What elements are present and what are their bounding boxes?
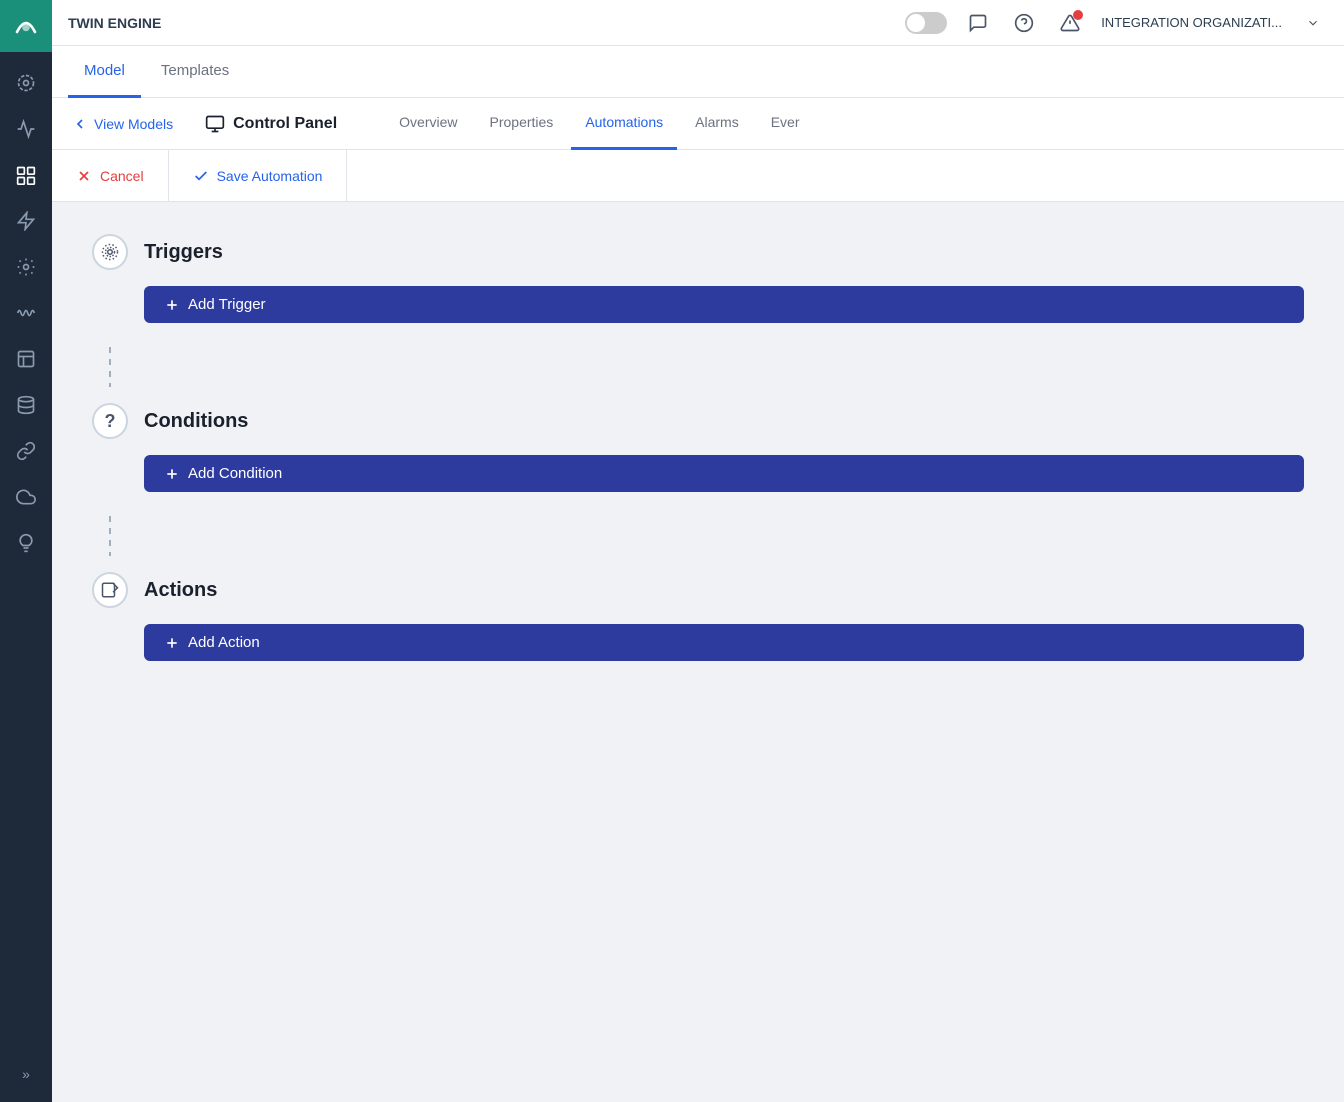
gear-icon[interactable] [6,247,46,287]
tab-properties[interactable]: Properties [476,98,568,150]
actions-header: Actions [92,572,1304,608]
tab-templates[interactable]: Templates [145,46,245,98]
main-content: TWIN ENGINE INTEGRATION ORGANIZATI... Mo… [52,0,1344,1102]
triggers-header: Triggers [92,234,1304,270]
add-trigger-button[interactable]: Add Trigger [144,286,1304,323]
toggle-switch[interactable] [905,12,947,34]
activity-icon[interactable] [6,109,46,149]
model-tabs: Model Templates [52,46,1344,98]
bulb-icon[interactable] [6,523,46,563]
page-content: Triggers Add Trigger ? Conditions Add Co… [52,202,1344,1102]
add-action-button[interactable]: Add Action [144,624,1304,661]
view-models-link[interactable]: View Models [72,116,173,132]
alert-badge [1073,10,1083,20]
action-bar: Cancel Save Automation [52,150,1344,202]
lightning-icon[interactable] [6,201,46,241]
conditions-section: ? Conditions Add Condition [92,403,1304,508]
tab-overview[interactable]: Overview [385,98,471,150]
nav-tabs: Overview Properties Automations Alarms E… [385,98,813,150]
actions-icon [92,572,128,608]
cancel-button[interactable]: Cancel [52,150,169,201]
triggers-section: Triggers Add Trigger [92,234,1304,339]
tab-alarms[interactable]: Alarms [681,98,753,150]
conditions-icon: ? [92,403,128,439]
add-condition-button[interactable]: Add Condition [144,455,1304,492]
filter-icon[interactable] [6,155,46,195]
conditions-title: Conditions [144,410,248,433]
connector-2 [109,516,111,556]
help-icon[interactable] [1009,8,1039,38]
collapse-sidebar-button[interactable]: » [6,1058,46,1090]
sidebar: » [0,0,52,1102]
triggers-title: Triggers [144,241,223,264]
storage-icon[interactable] [6,385,46,425]
topbar: TWIN ENGINE INTEGRATION ORGANIZATI... [52,0,1344,46]
tab-automations[interactable]: Automations [571,98,677,150]
topbar-actions: INTEGRATION ORGANIZATI... [905,8,1328,38]
alert-icon[interactable] [1055,8,1085,38]
org-name: INTEGRATION ORGANIZATI... [1101,15,1282,30]
waveform-icon[interactable] [6,293,46,333]
triggers-icon [92,234,128,270]
actions-section: Actions Add Action [92,572,1304,677]
app-logo[interactable] [0,0,52,52]
tab-events[interactable]: Ever [757,98,814,150]
control-panel-label: Control Panel [205,114,337,134]
connector-1 [109,347,111,387]
org-chevron-icon[interactable] [1298,8,1328,38]
cloud-icon[interactable] [6,477,46,517]
link-icon[interactable] [6,431,46,471]
save-automation-button[interactable]: Save Automation [169,150,348,201]
chat-icon[interactable] [963,8,993,38]
tab-model[interactable]: Model [68,46,141,98]
dashboard-icon[interactable] [6,63,46,103]
actions-title: Actions [144,579,217,602]
layers-icon[interactable] [6,339,46,379]
conditions-header: ? Conditions [92,403,1304,439]
control-panel-nav: View Models Control Panel Overview Prope… [52,98,1344,150]
app-title: TWIN ENGINE [68,15,161,31]
